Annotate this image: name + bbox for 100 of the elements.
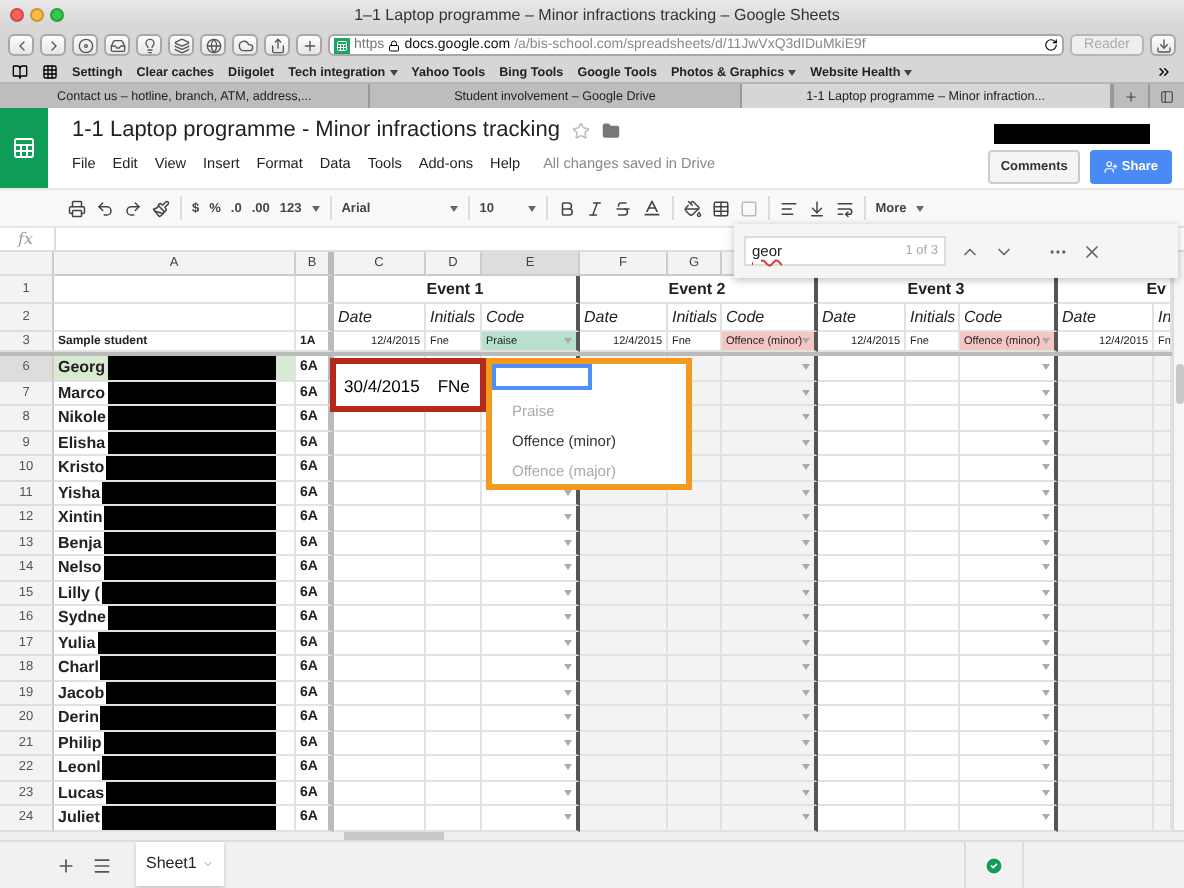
table-cell[interactable] [722,456,818,481]
table-cell[interactable] [960,731,1058,756]
share-icon[interactable] [269,37,285,53]
table-cell[interactable] [960,506,1058,531]
table-cell[interactable] [722,381,818,406]
document-title[interactable]: 1-1 Laptop programme - Minor infractions tracking [72,118,560,142]
close-icon[interactable] [1082,241,1102,261]
active-cell[interactable] [492,364,592,390]
caret-icon[interactable] [449,205,458,211]
more-bookmarks-icon[interactable] [1156,64,1172,80]
table-cell[interactable] [722,756,818,781]
table-cell[interactable] [960,681,1058,706]
plus-icon[interactable] [301,37,317,53]
disc-icon[interactable] [77,37,93,53]
layers-icon[interactable] [173,37,189,53]
table-cell[interactable] [722,531,818,556]
table-cell[interactable] [960,481,1058,506]
sheets-logo[interactable] [0,108,48,188]
caret-icon[interactable] [527,205,536,211]
table-cell[interactable] [960,631,1058,656]
extension-button[interactable] [232,34,258,56]
table-cell[interactable] [722,606,818,631]
table-cell[interactable] [482,606,580,631]
table-cell[interactable] [960,706,1058,731]
extension-button[interactable] [136,34,162,56]
table-cell[interactable] [722,581,818,606]
sidebar-icon[interactable] [1159,89,1174,103]
reload-icon[interactable] [1044,38,1059,52]
vertical-scrollbar[interactable] [1172,252,1184,830]
vertical-align-icon[interactable] [807,199,826,217]
table-cell[interactable] [960,656,1058,681]
table-cell[interactable] [960,531,1058,556]
extension-button[interactable] [168,34,194,56]
table-cell[interactable] [960,356,1058,381]
table-cell[interactable] [482,556,580,581]
download-icon[interactable] [1155,37,1171,53]
table-cell[interactable] [482,806,580,831]
bold-icon[interactable] [557,199,576,217]
table-cell[interactable] [482,581,580,606]
sheet-list-icon[interactable] [92,855,112,875]
strikethrough-icon[interactable] [613,199,632,217]
corner-cell[interactable] [0,252,54,276]
redo-icon[interactable] [124,199,142,217]
table-cell[interactable] [722,356,818,381]
table-cell[interactable] [722,631,818,656]
extension-button[interactable] [200,34,226,56]
table-cell[interactable] [482,731,580,756]
text-color-icon[interactable] [641,198,662,218]
table-cell[interactable] [722,731,818,756]
table-cell[interactable] [296,304,334,332]
extension-button[interactable] [72,34,98,56]
table-cell[interactable] [482,531,580,556]
borders-icon[interactable] [711,199,730,217]
downloads-button[interactable] [1150,34,1176,56]
table-cell[interactable] [296,276,334,304]
table-cell[interactable] [482,656,580,681]
table-cell[interactable] [722,681,818,706]
table-cell[interactable] [960,806,1058,831]
merge-icon[interactable] [739,199,758,217]
book-icon[interactable] [12,64,28,80]
wrap-icon[interactable] [835,199,854,217]
share-button[interactable] [264,34,290,56]
sheet-tab[interactable]: Sheet1 [136,841,225,885]
table-cell[interactable] [722,806,818,831]
tray-icon[interactable] [109,37,125,53]
table-cell[interactable] [722,506,818,531]
caret-icon[interactable] [916,205,925,211]
minimize-button[interactable] [30,7,44,21]
caret-icon[interactable] [788,69,797,75]
folder-icon[interactable] [601,121,620,139]
table-cell[interactable] [960,431,1058,456]
table-cell[interactable] [722,556,818,581]
grid-icon[interactable] [42,64,58,80]
person-add-icon[interactable] [1103,160,1118,174]
add-sheet-icon[interactable] [56,855,76,875]
caret-icon[interactable] [904,69,913,75]
fill-color-icon[interactable] [683,199,702,217]
cloud-icon[interactable] [237,37,253,53]
caret-icon[interactable] [389,69,398,75]
paint-format-icon[interactable] [152,199,170,217]
table-cell[interactable] [722,406,818,431]
table-cell[interactable] [482,631,580,656]
zoom-button[interactable] [50,7,64,21]
caret-icon[interactable] [311,205,320,211]
undo-icon[interactable] [96,199,114,217]
table-cell[interactable] [960,406,1058,431]
table-cell[interactable] [482,706,580,731]
table-cell[interactable] [482,781,580,806]
print-icon[interactable] [68,199,86,217]
plus-icon[interactable] [1123,89,1138,103]
table-cell[interactable] [960,381,1058,406]
table-cell[interactable] [960,606,1058,631]
table-cell[interactable] [482,681,580,706]
table-cell[interactable] [722,706,818,731]
star-icon[interactable] [571,121,590,139]
globe-icon[interactable] [205,37,221,53]
table-cell[interactable] [722,481,818,506]
table-cell[interactable] [722,431,818,456]
lightbulb-icon[interactable] [141,37,157,53]
table-cell[interactable] [482,506,580,531]
